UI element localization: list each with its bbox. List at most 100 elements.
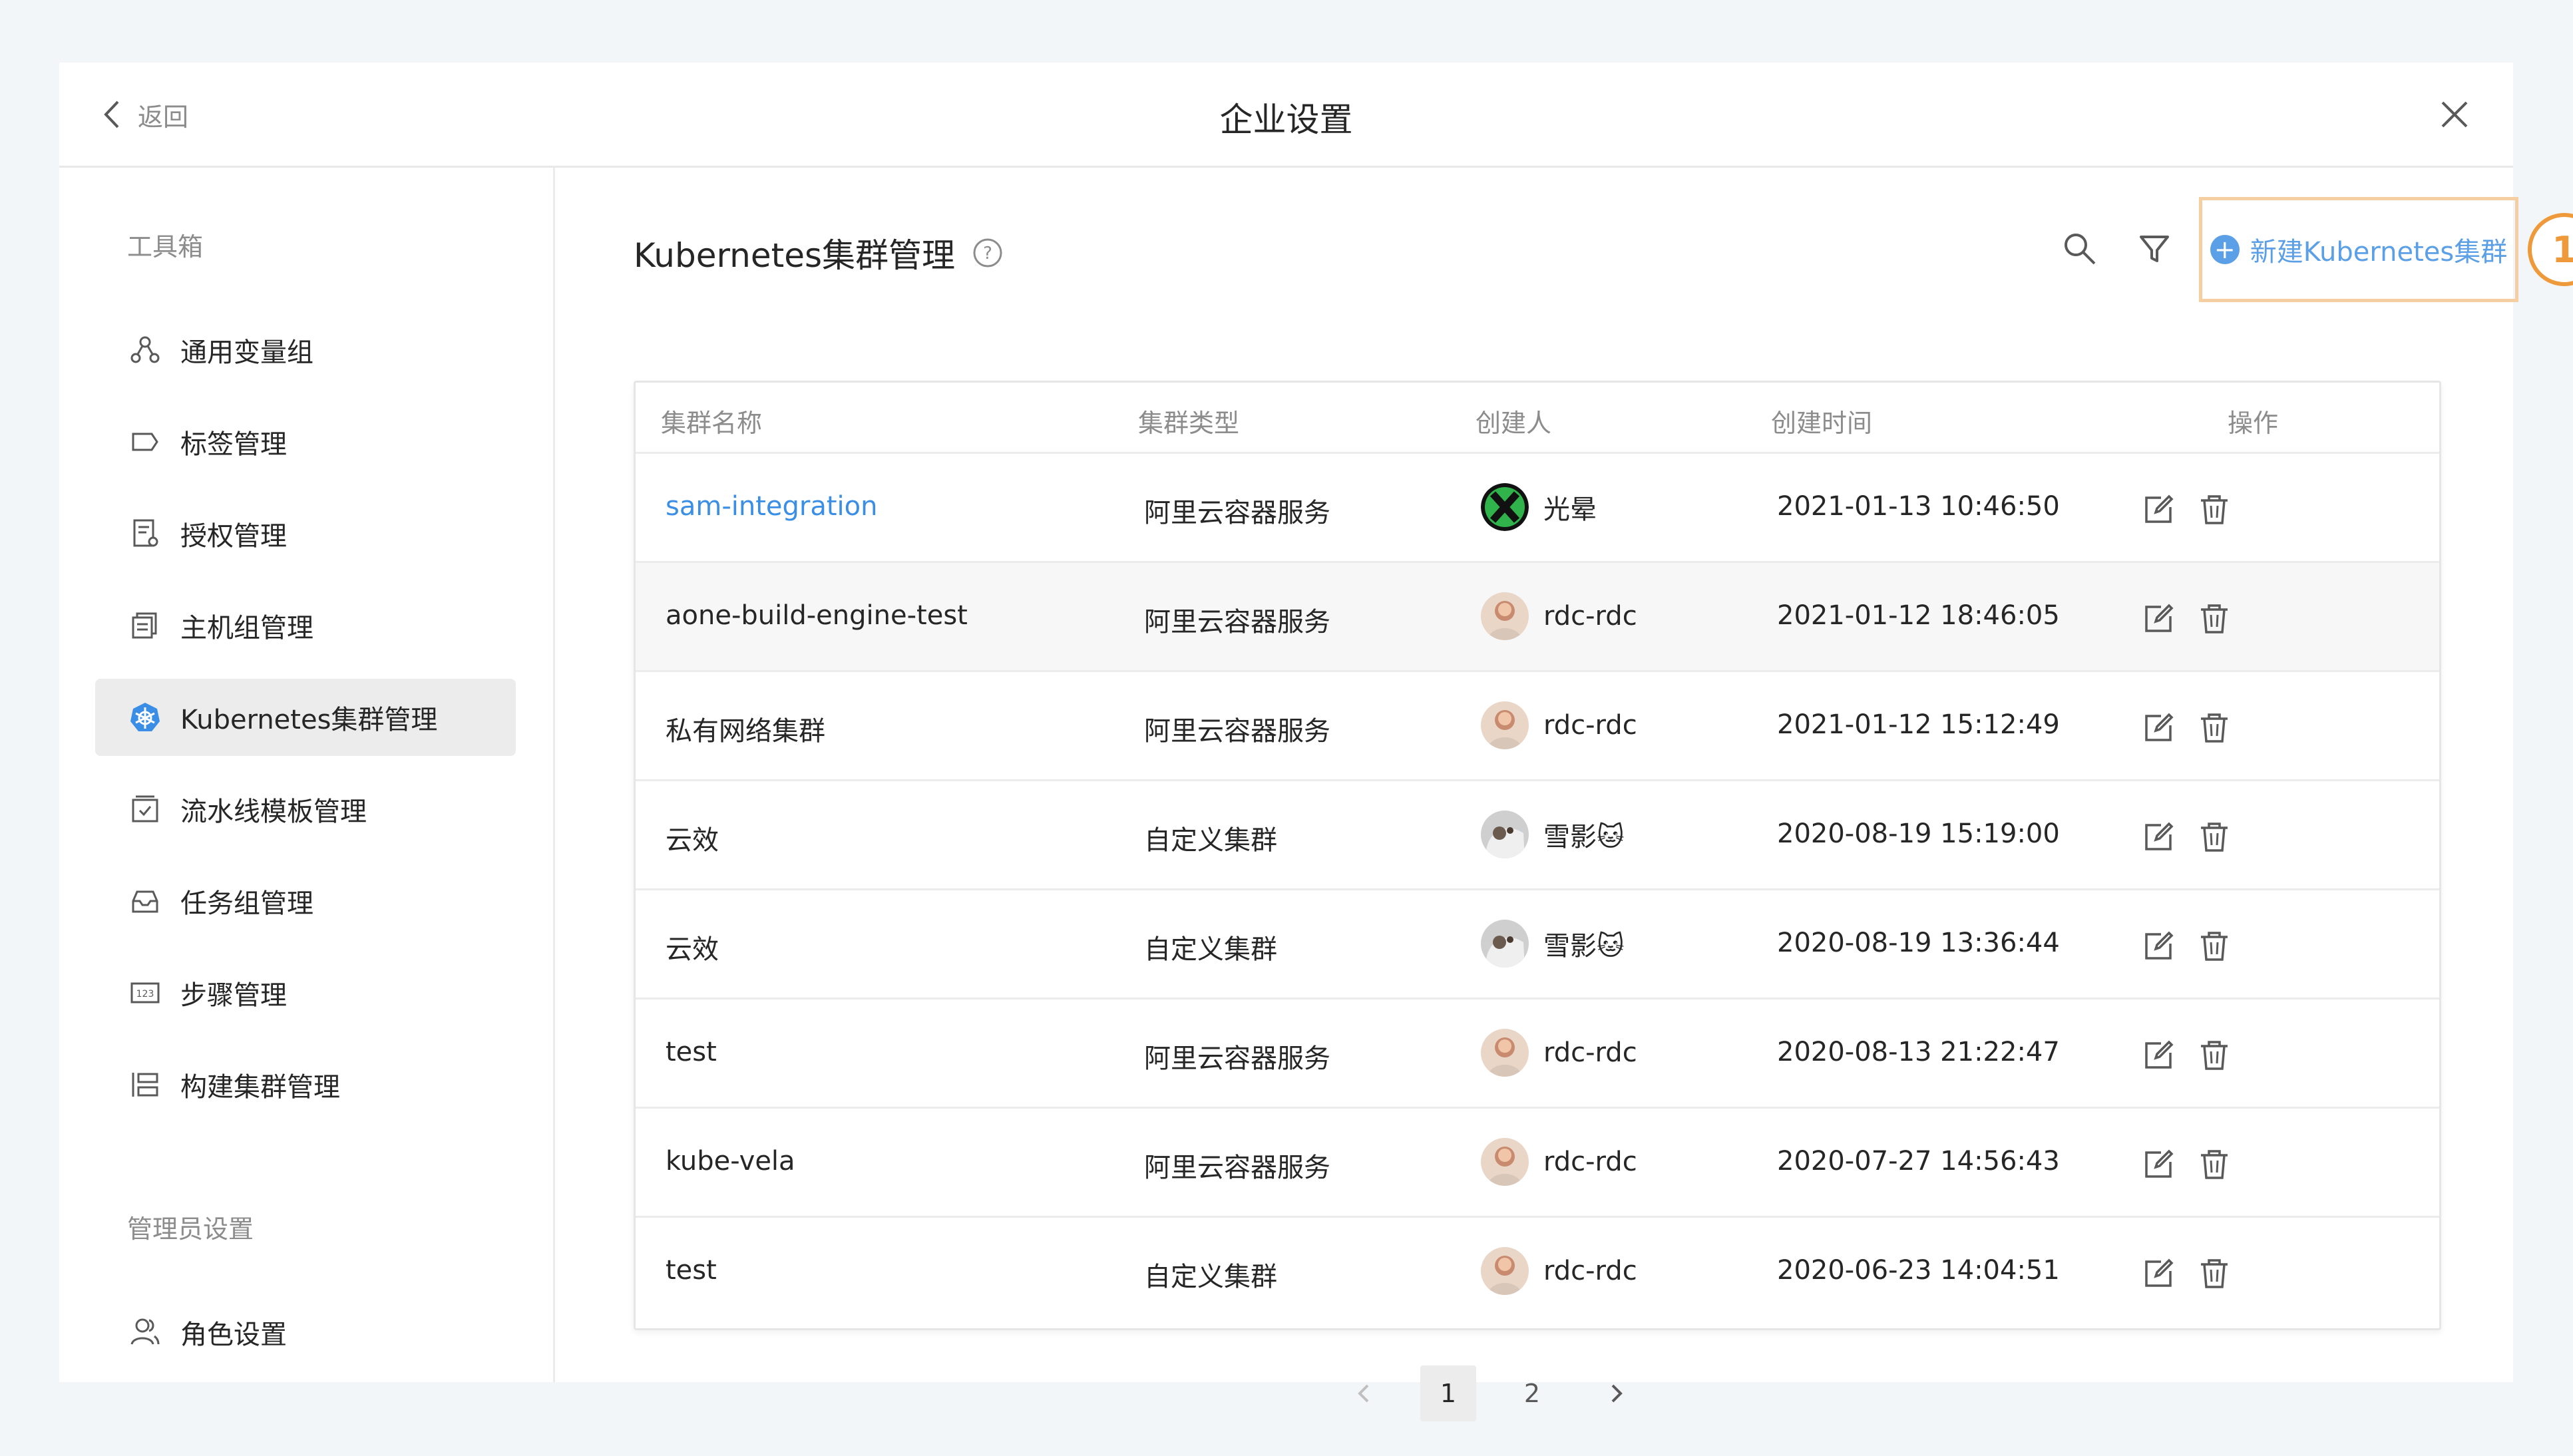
sidebar-item-authorization[interactable]: 授权管理 (95, 495, 516, 572)
sidebar-item-kubernetes[interactable]: Kubernetes集群管理 (95, 679, 516, 756)
cluster-type: 阿里云容器服务 (1144, 607, 1330, 637)
help-icon[interactable]: ? (972, 238, 1003, 268)
creator-name: rdc-rdc (1543, 1037, 1637, 1068)
table-row: sam-integration 阿里云容器服务 光晕 2021-01-13 10:46… (636, 454, 2439, 563)
creator-name: rdc-rdc (1543, 601, 1637, 632)
delete-button[interactable] (2197, 820, 2232, 854)
clusters-table: 集群名称 集群类型 创建人 创建时间 操作 sam-integration 阿里云… (634, 381, 2441, 1330)
table-row: test 阿里云容器服务 rdc-rdc 2020-08-13 21:22:47 (636, 1000, 2439, 1109)
table-body: sam-integration 阿里云容器服务 光晕 2021-01-13 10:46… (636, 454, 2439, 1327)
table-row: test 自定义集群 rdc-rdc 2020-06-23 14:04:51 (636, 1218, 2439, 1327)
section-title: Kubernetes集群管理 ? (634, 229, 1003, 277)
edit-icon (2145, 1149, 2174, 1178)
edit-button[interactable] (2141, 1147, 2176, 1182)
cluster-type: 阿里云容器服务 (1144, 1153, 1330, 1183)
avatar (1481, 920, 1529, 968)
delete-button[interactable] (2197, 492, 2232, 527)
edit-button[interactable] (2141, 492, 2176, 527)
sidebar-item-variables[interactable]: 通用变量组 (95, 311, 516, 389)
edit-button[interactable] (2141, 820, 2176, 854)
sidebar: 工具箱 通用变量组 标签管理 授权管理 主机组管理 Kubernetes集群管理… (59, 168, 555, 1382)
delete-button[interactable] (2197, 1147, 2232, 1182)
cluster-type: 自定义集群 (1144, 934, 1277, 965)
created-time: 2020-06-23 14:04:51 (1777, 1255, 2060, 1286)
avatar (1481, 1138, 1529, 1186)
creator-name: 雪影🐱 (1543, 931, 1625, 962)
main-content: Kubernetes集群管理 ? + 新建Kubernetes集群 1 集群名称… (555, 168, 2573, 1421)
chevron-right-icon (1611, 1384, 1623, 1403)
edit-icon (2145, 822, 2174, 850)
creator-name: rdc-rdc (1543, 1147, 1637, 1177)
creator: rdc-rdc (1481, 592, 1637, 640)
sidebar-section-admin: 管理员设置 (127, 1214, 254, 1244)
sidebar-item-label: 构建集群管理 (180, 1072, 340, 1103)
prev-page-button[interactable] (1336, 1365, 1392, 1421)
sidebar-item-host-groups[interactable]: 主机组管理 (95, 587, 516, 664)
sidebar-section-toolbox: 工具箱 (127, 232, 204, 262)
created-time: 2021-01-12 18:46:05 (1777, 600, 2060, 631)
column-header-creator: 创建人 (1476, 409, 1552, 438)
page-1-button[interactable]: 1 (1420, 1365, 1476, 1421)
created-time: 2020-07-27 14:56:43 (1777, 1146, 2060, 1177)
edit-button[interactable] (2141, 1038, 2176, 1073)
edit-button[interactable] (2141, 602, 2176, 636)
sidebar-item-label: 主机组管理 (180, 613, 313, 643)
cluster-type: 自定义集群 (1144, 825, 1277, 856)
edit-button[interactable] (2141, 929, 2176, 964)
trash-icon (2201, 822, 2228, 852)
pagination: 1 2 (1336, 1365, 1644, 1421)
edit-icon (2145, 1040, 2174, 1069)
delete-button[interactable] (2197, 1038, 2232, 1073)
delete-button[interactable] (2197, 711, 2232, 745)
avatar (1481, 1247, 1529, 1295)
sidebar-item-pipeline-templates[interactable]: 流水线模板管理 (95, 771, 516, 848)
edit-icon (2145, 494, 2174, 523)
cluster-name: 私有网络集群 (666, 716, 825, 747)
sidebar-item-task-groups[interactable]: 任务组管理 (95, 862, 516, 940)
task-group-icon (126, 882, 164, 920)
avatar (1481, 701, 1529, 749)
edit-icon (2145, 1258, 2174, 1287)
cluster-type: 阿里云容器服务 (1144, 498, 1330, 528)
column-header-name: 集群名称 (661, 409, 763, 438)
search-button[interactable] (2061, 230, 2098, 268)
created-time: 2020-08-19 13:36:44 (1777, 928, 2060, 958)
sidebar-item-steps[interactable]: 123 步骤管理 (95, 954, 516, 1031)
table-row: kube-vela 阿里云容器服务 rdc-rdc 2020-07-27 14:56:… (636, 1109, 2439, 1218)
trash-icon (2201, 495, 2228, 524)
filter-button[interactable] (2136, 230, 2173, 268)
edit-button[interactable] (2141, 711, 2176, 745)
edit-icon (2145, 604, 2174, 632)
step-callout-badge: 1 (2528, 213, 2573, 286)
sidebar-item-tags[interactable]: 标签管理 (95, 403, 516, 480)
cluster-name: 云效 (666, 934, 719, 965)
cluster-name: aone-build-engine-test (666, 600, 968, 631)
delete-button[interactable] (2197, 1256, 2232, 1291)
sidebar-item-label: 任务组管理 (180, 888, 313, 919)
next-page-button[interactable] (1588, 1365, 1644, 1421)
cluster-name: test (666, 1037, 717, 1067)
steps-icon: 123 (126, 974, 164, 1012)
page-2-button[interactable]: 2 (1504, 1365, 1560, 1421)
delete-button[interactable] (2197, 602, 2232, 636)
delete-button[interactable] (2197, 929, 2232, 964)
avatar (1481, 592, 1529, 640)
column-header-type: 集群类型 (1138, 409, 1240, 438)
table-row: 云效 自定义集群 雪影🐱 2020-08-19 13:36:44 (636, 890, 2439, 1000)
new-kubernetes-cluster-button[interactable]: + 新建Kubernetes集群 (2199, 197, 2518, 302)
column-header-created-time: 创建时间 (1771, 409, 1873, 438)
close-button[interactable] (2437, 97, 2472, 132)
cluster-name: kube-vela (666, 1146, 795, 1177)
cluster-type: 阿里云容器服务 (1144, 1043, 1330, 1074)
avatar (1481, 811, 1529, 858)
host-group-icon (126, 606, 164, 645)
search-icon (2065, 234, 2096, 265)
sidebar-item-roles[interactable]: 角色设置 (95, 1294, 516, 1371)
sidebar-item-build-clusters[interactable]: 构建集群管理 (95, 1046, 516, 1123)
edit-icon (2145, 713, 2174, 741)
trash-icon (2201, 1150, 2228, 1179)
cluster-name[interactable]: sam-integration (666, 491, 877, 522)
trash-icon (2201, 1041, 2228, 1070)
edit-button[interactable] (2141, 1256, 2176, 1291)
pipeline-template-icon (126, 790, 164, 828)
